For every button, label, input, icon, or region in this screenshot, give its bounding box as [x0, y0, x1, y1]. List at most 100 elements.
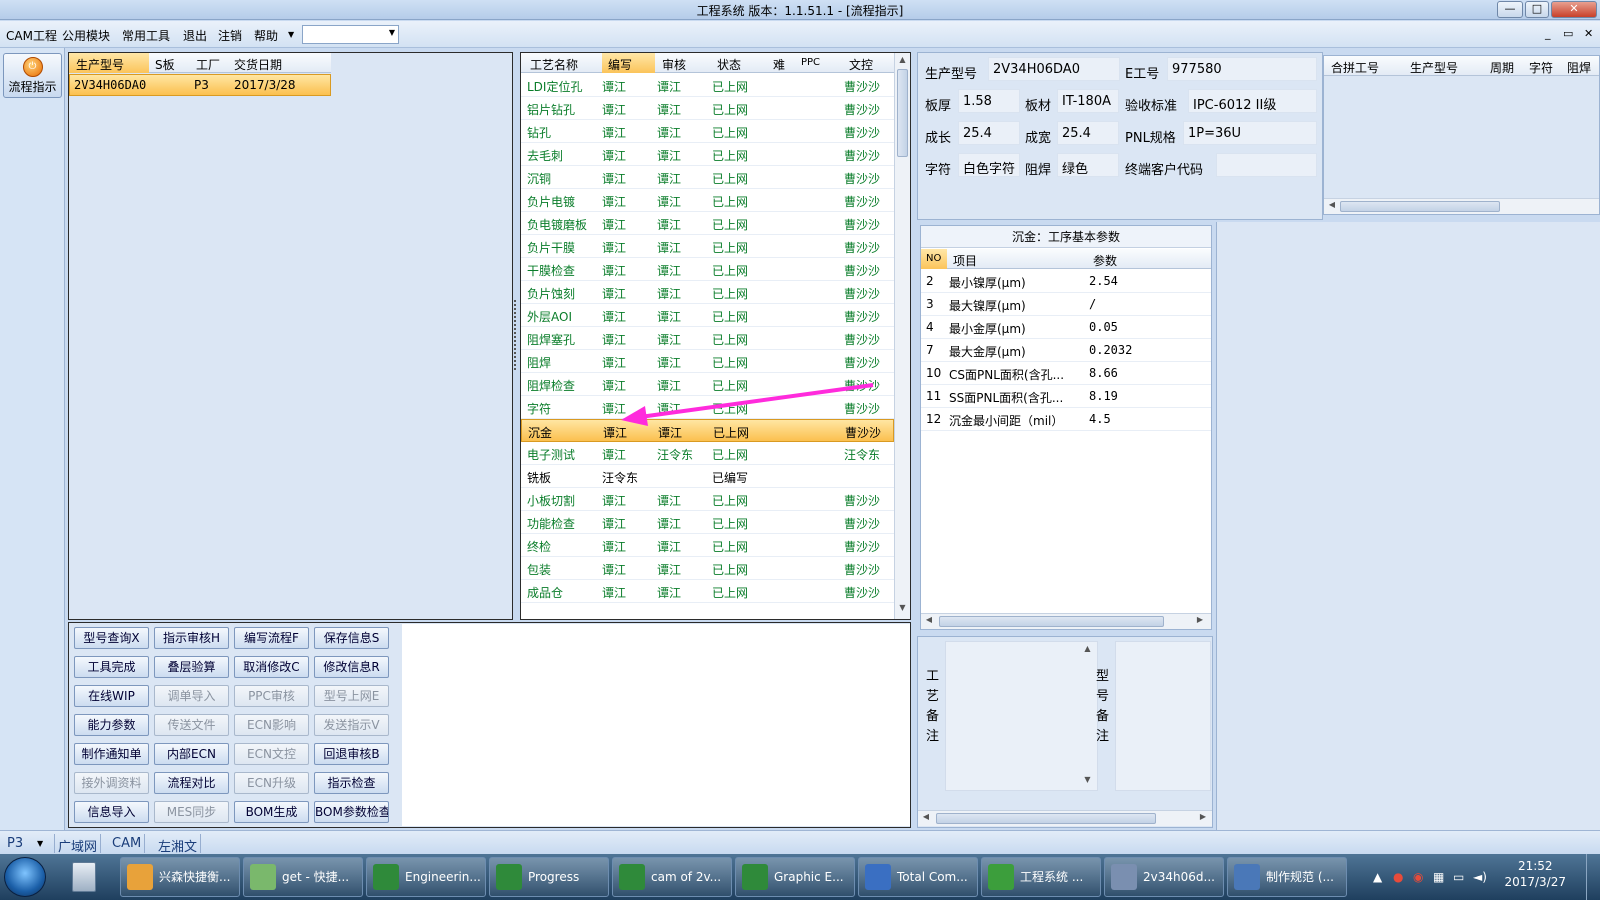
table-row[interactable]: 7 最大金厚(μm) 0.2032	[921, 339, 1211, 362]
column-header[interactable]: NO	[926, 253, 941, 264]
table-row[interactable]: 负片干膜 谭江 谭江 已上网 曹沙沙	[521, 235, 894, 258]
process-grid-scrollbar[interactable]: ▲ ▼	[894, 53, 910, 619]
action-button[interactable]: 型号查询X	[74, 627, 149, 649]
table-row[interactable]: 阻焊塞孔 谭江 谭江 已上网 曹沙沙	[521, 327, 894, 350]
table-row[interactable]: 钻孔 谭江 谭江 已上网 曹沙沙	[521, 120, 894, 143]
action-button[interactable]: 回退审核B	[314, 743, 389, 765]
volume-icon[interactable]: ◄)	[1473, 870, 1487, 884]
taskbar-item[interactable]: cam of 2v...	[612, 857, 732, 897]
column-header[interactable]: 阻焊	[1567, 59, 1591, 76]
model-note-textarea[interactable]	[1115, 641, 1211, 791]
maximize-button[interactable]: □	[1525, 1, 1549, 18]
taskbar-item[interactable]: 制作规范 (...	[1227, 857, 1347, 897]
column-header[interactable]: 周期	[1490, 59, 1514, 76]
action-button[interactable]: PPC审核	[234, 685, 309, 707]
column-header[interactable]: 文控	[849, 56, 873, 73]
menu-common-modules[interactable]: 公用模块	[62, 27, 110, 44]
column-header[interactable]: 工厂	[196, 56, 220, 73]
merge-grid-hscroll[interactable]: ◀	[1324, 198, 1599, 214]
table-row[interactable]: 铝片钻孔 谭江 谭江 已上网 曹沙沙	[521, 97, 894, 120]
flow-indicator-button[interactable]: ⏻ 流程指示	[3, 53, 62, 98]
notes-hscroll[interactable]: ◀ ▶	[918, 810, 1212, 826]
table-row[interactable]: 成品仓 谭江 谭江 已上网 曹沙沙	[521, 580, 894, 603]
scrollbar-thumb[interactable]	[1340, 201, 1500, 212]
menu-logout[interactable]: 注销	[218, 27, 242, 44]
tray-app-icon[interactable]: ●	[1393, 870, 1403, 884]
minimize-button[interactable]: —	[1497, 1, 1523, 18]
action-button[interactable]: ECN升级	[234, 772, 309, 794]
menu-tools[interactable]: 常用工具	[122, 27, 170, 44]
scroll-left-icon[interactable]: ◀	[922, 615, 936, 624]
process-note-textarea[interactable]: ▲ ▼	[945, 641, 1098, 791]
table-row[interactable]: 包装 谭江 谭江 已上网 曹沙沙	[521, 557, 894, 580]
action-button[interactable]: 信息导入	[74, 801, 149, 823]
mdi-restore-button[interactable]: ▭	[1563, 27, 1573, 40]
show-desktop-button[interactable]	[1586, 854, 1600, 900]
taskbar-item[interactable]: Progress	[489, 857, 609, 897]
scroll-right-icon[interactable]: ▶	[1193, 615, 1207, 624]
action-button[interactable]: BOM生成	[234, 801, 309, 823]
action-button[interactable]: 调单导入	[154, 685, 229, 707]
taskbar-item[interactable]: Total Com...	[858, 857, 978, 897]
action-button[interactable]: ECN影响	[234, 714, 309, 736]
action-button[interactable]: 叠层验算	[154, 656, 229, 678]
table-row[interactable]: 负片蚀刻 谭江 谭江 已上网 曹沙沙	[521, 281, 894, 304]
table-row[interactable]: 11 SS面PNL面积(含孔... 8.19	[921, 385, 1211, 408]
process-note-scrollbar[interactable]: ▲ ▼	[1080, 642, 1096, 790]
chevron-down-icon[interactable]: ▼	[37, 839, 43, 848]
action-button[interactable]: 发送指示V	[314, 714, 389, 736]
table-row[interactable]: 铣板 汪令东 已编写	[521, 465, 894, 488]
scroll-left-icon[interactable]: ◀	[919, 812, 933, 821]
table-row[interactable]: 4 最小金厚(μm) 0.05	[921, 316, 1211, 339]
action-button[interactable]: 接外调资料	[74, 772, 149, 794]
taskbar-item[interactable]: Engineerin...	[366, 857, 486, 897]
column-header[interactable]: 参数	[1093, 252, 1117, 269]
column-header[interactable]: 交货日期	[234, 56, 282, 73]
close-button[interactable]: ✕	[1551, 1, 1597, 18]
action-button[interactable]: BOM参数检查	[314, 801, 389, 823]
column-header[interactable]: 工艺名称	[530, 56, 578, 73]
mdi-minimize-button[interactable]: _	[1545, 27, 1551, 40]
factory-selector[interactable]: P3	[7, 836, 23, 851]
menu-help[interactable]: 帮助	[254, 27, 278, 44]
scroll-left-icon[interactable]: ◀	[1325, 200, 1339, 209]
action-button[interactable]: MES同步	[154, 801, 229, 823]
scroll-right-icon[interactable]: ▶	[1196, 812, 1210, 821]
table-row[interactable]: 电子测试 谭江 汪令东 已上网 汪令东	[521, 442, 894, 465]
action-button[interactable]: 修改信息R	[314, 656, 389, 678]
taskbar-item[interactable]: Graphic E...	[735, 857, 855, 897]
monitor-icon[interactable]: ▭	[1453, 870, 1464, 884]
scrollbar-thumb[interactable]	[897, 69, 908, 157]
scroll-up-icon[interactable]: ▲	[895, 55, 910, 69]
table-row[interactable]: LDI定位孔 谭江 谭江 已上网 曹沙沙	[521, 74, 894, 97]
calculator-icon[interactable]	[72, 862, 96, 892]
column-header[interactable]: 审核	[662, 56, 686, 73]
start-button[interactable]	[4, 857, 46, 897]
column-header[interactable]: 编写	[608, 56, 632, 73]
table-row[interactable]: 负电镀磨板 谭江 谭江 已上网 曹沙沙	[521, 212, 894, 235]
column-header[interactable]: 生产型号	[76, 56, 124, 73]
table-row[interactable]: 10 CS面PNL面积(含孔... 8.66	[921, 362, 1211, 385]
menu-exit[interactable]: 退出	[183, 27, 207, 44]
tray-expand-icon[interactable]: ▲	[1373, 870, 1382, 884]
table-row[interactable]: 去毛刺 谭江 谭江 已上网 曹沙沙	[521, 143, 894, 166]
column-header[interactable]: 项目	[953, 252, 977, 269]
action-button[interactable]: 传送文件	[154, 714, 229, 736]
action-button[interactable]: 指示审核H	[154, 627, 229, 649]
scroll-down-icon[interactable]: ▼	[1080, 775, 1095, 789]
action-button[interactable]: 在线WIP	[74, 685, 149, 707]
taskbar-item[interactable]: 2v34h06d...	[1104, 857, 1224, 897]
params-hscroll[interactable]: ◀ ▶	[921, 613, 1211, 629]
action-button[interactable]: 编写流程F	[234, 627, 309, 649]
help-dropdown-icon[interactable]: ▼	[288, 30, 294, 39]
table-row[interactable]: 2 最小镍厚(μm) 2.54	[921, 270, 1211, 293]
splitter-handle[interactable]	[514, 300, 518, 370]
column-header[interactable]: S板	[155, 56, 175, 73]
action-button[interactable]: 流程对比	[154, 772, 229, 794]
action-button[interactable]: 内部ECN	[154, 743, 229, 765]
mdi-close-button[interactable]: ✕	[1584, 27, 1593, 40]
action-button[interactable]: ECN文控	[234, 743, 309, 765]
table-row[interactable]: 3 最大镍厚(μm) /	[921, 293, 1211, 316]
table-row[interactable]: 12 沉金最小间距（mil） 4.5	[921, 408, 1211, 431]
column-header[interactable]: 合拼工号	[1331, 59, 1379, 76]
